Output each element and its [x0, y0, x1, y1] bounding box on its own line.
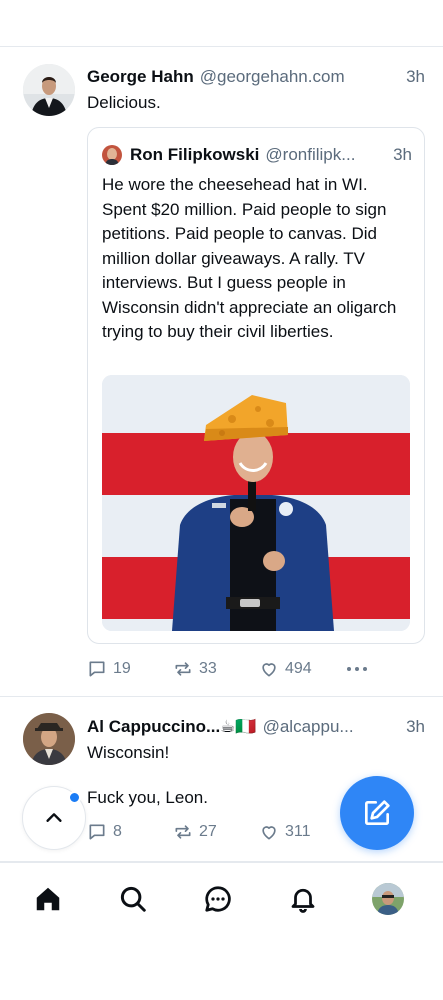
compose-button[interactable]: [340, 776, 414, 850]
post-actions: 19 33 494: [87, 657, 425, 681]
like-count: 494: [285, 660, 312, 677]
chat-icon: [205, 886, 231, 912]
quote-time: 3h: [393, 145, 412, 164]
author-handle[interactable]: @alcappu...: [263, 715, 398, 739]
like-count: 311: [285, 823, 311, 840]
bell-icon: [291, 888, 315, 913]
nav-notifications[interactable]: [285, 881, 321, 917]
home-icon: [36, 887, 60, 911]
repost-arrows-icon: [175, 662, 191, 676]
repost-button[interactable]: 33: [173, 657, 217, 681]
quote-author-handle: @ronfilipk...: [265, 145, 356, 164]
author-avatar[interactable]: [23, 64, 75, 116]
reply-count: 8: [113, 823, 122, 840]
ellipsis-icon: [347, 667, 367, 671]
nav-chat[interactable]: [200, 881, 236, 917]
search-icon: [120, 886, 146, 912]
repost-arrows-icon: [175, 825, 191, 839]
nav-search[interactable]: [115, 881, 151, 917]
post-text-line: Wisconsin!: [87, 743, 170, 762]
repost-count: 27: [199, 823, 217, 840]
repost-count: 33: [199, 660, 217, 677]
quote-post[interactable]: Ron Filipkowski @ronfilipk... 3h He wore…: [87, 127, 425, 644]
quote-text: He wore the cheesehead hat in WI. Spent …: [102, 175, 397, 341]
post-text-line: Fuck you, Leon.: [87, 788, 208, 807]
author-name[interactable]: Al Cappuccino...☕🇮🇹: [87, 715, 257, 739]
speech-bubble-icon: [89, 824, 105, 840]
profile-avatar: [372, 883, 404, 915]
post-header: George Hahn @georgehahn.com 3h: [87, 65, 425, 89]
quote-header: Ron Filipkowski @ronfilipk... 3h: [102, 144, 412, 166]
chevron-up-icon: [46, 813, 62, 822]
post-time: 3h: [406, 717, 425, 736]
quote-author-name: Ron Filipkowski: [130, 145, 260, 164]
heart-icon: [262, 826, 276, 840]
like-button[interactable]: 311: [259, 820, 311, 844]
repost-button[interactable]: 27: [173, 820, 217, 844]
quote-author-avatar: [102, 145, 122, 165]
speech-bubble-icon: [89, 661, 105, 677]
reply-count: 19: [113, 660, 131, 677]
compose-pencil-icon: [365, 800, 390, 825]
new-posts-indicator: [68, 791, 81, 804]
post-header: Al Cappuccino...☕🇮🇹 @alcappu... 3h: [87, 715, 425, 739]
author-handle[interactable]: @georgehahn.com: [200, 65, 398, 89]
heart-icon: [262, 663, 276, 677]
bottom-navigation: [0, 862, 443, 940]
more-options-button[interactable]: [345, 657, 375, 681]
quote-image[interactable]: [102, 375, 410, 631]
reply-button[interactable]: 8: [87, 820, 122, 844]
post-text: Delicious.: [87, 93, 161, 112]
nav-profile[interactable]: [370, 881, 406, 917]
author-name[interactable]: George Hahn: [87, 65, 194, 89]
like-button[interactable]: 494: [259, 657, 312, 681]
top-bar: [0, 0, 443, 47]
post-time: 3h: [406, 67, 425, 86]
author-avatar[interactable]: [23, 713, 75, 765]
feed-post[interactable]: George Hahn @georgehahn.com 3h Delicious…: [0, 47, 443, 697]
reply-button[interactable]: 19: [87, 657, 131, 681]
nav-home[interactable]: [30, 881, 66, 917]
